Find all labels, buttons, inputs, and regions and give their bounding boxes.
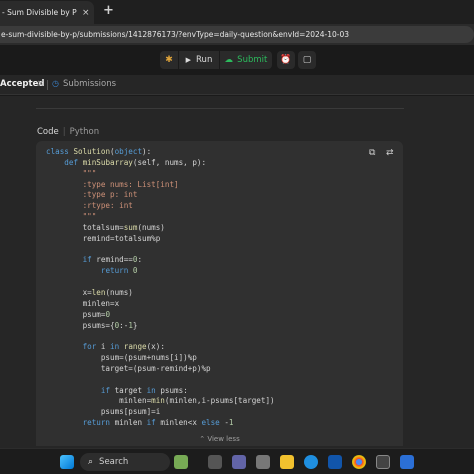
taskbar-search-label: Search xyxy=(99,457,129,467)
task-view-icon[interactable] xyxy=(208,455,222,469)
run-button[interactable]: ▶ Run xyxy=(179,51,219,69)
browser-tab-title: - Sum Divisible by P - Leet xyxy=(2,8,78,17)
wrap-icon[interactable]: ⇄ xyxy=(386,148,394,158)
code-line: x=len(nums) xyxy=(46,287,133,297)
file-explorer-icon[interactable] xyxy=(280,455,294,469)
result-panel-tabs: Accepted × ◷ Submissions xyxy=(0,75,474,95)
code-line: """ xyxy=(46,168,97,178)
timer-button[interactable]: ⏰ xyxy=(277,51,295,69)
code-line: :type p: int xyxy=(46,190,138,200)
code-line: minlen=min(minlen,i-psums[target]) xyxy=(46,396,275,406)
editor-toolbar: ✱ ▶ Run ☁ Submit ⏰ ▢ xyxy=(0,45,474,75)
code-line: def minSubarray(self, nums, p): xyxy=(64,157,207,167)
code-line: psum=(psum+nums[i])%p xyxy=(46,353,197,363)
app-icon[interactable] xyxy=(256,455,270,469)
copy-icon[interactable]: ⧉ xyxy=(369,148,375,158)
code-block: ⧉ ⇄ class Solution(object): def minSubar… xyxy=(36,141,403,446)
submission-content: Code | Python ⧉ ⇄ class Solution(object): … xyxy=(0,96,474,448)
divider xyxy=(36,108,404,109)
code-line: minlen=x xyxy=(46,298,120,308)
view-less-label: View less xyxy=(207,435,240,443)
search-icon: ⌕ xyxy=(88,457,94,467)
teams-icon[interactable] xyxy=(232,455,246,469)
code-line: totalsum=sum(nums) xyxy=(46,222,165,232)
taskbar-search[interactable]: ⌕ Search xyxy=(80,453,170,471)
browser-tab[interactable]: - Sum Divisible by P - Leet × xyxy=(0,1,94,24)
language-label: Python xyxy=(69,127,100,137)
code-lines: class Solution(object): def minSubarray(… xyxy=(46,147,275,429)
taskbar: ⌕ Search xyxy=(0,448,474,474)
code-line: if remind==0: xyxy=(82,255,143,265)
code-line: psums={0:-1} xyxy=(46,320,138,330)
play-icon: ▶ xyxy=(185,56,192,64)
code-line: if target in psums: xyxy=(100,385,188,395)
chrome-active-icon[interactable] xyxy=(376,455,390,469)
chrome-icon[interactable] xyxy=(352,455,366,469)
debug-button[interactable]: ✱ xyxy=(160,51,178,69)
windows-start-icon[interactable] xyxy=(60,455,74,469)
note-icon: ▢ xyxy=(302,55,312,65)
browser-tab-strip: - Sum Divisible by P - Leet × + xyxy=(0,0,474,24)
code-line: for i in range(x): xyxy=(82,342,165,352)
cloud-upload-icon: ☁ xyxy=(224,55,234,65)
tab-submissions[interactable]: Submissions xyxy=(63,79,116,89)
alarm-icon: ⏰ xyxy=(280,55,292,65)
code-line: psum=0 xyxy=(46,309,111,319)
code-line: :type nums: List[int] xyxy=(46,179,179,189)
close-icon[interactable]: × xyxy=(37,79,44,89)
code-line: return 0 xyxy=(100,266,138,276)
history-icon: ◷ xyxy=(52,79,59,88)
code-line: return minlen if minlen<x else -1 xyxy=(82,418,234,428)
code-label: Code xyxy=(37,127,59,137)
code-line: :rtype: int xyxy=(46,201,133,211)
code-line: remind=totalsum%p xyxy=(46,233,161,243)
edge-icon[interactable] xyxy=(304,455,318,469)
view-less-button[interactable]: ⌃ View less xyxy=(36,431,403,446)
new-tab-button[interactable]: + xyxy=(103,3,114,18)
store-icon[interactable] xyxy=(328,455,342,469)
run-label: Run xyxy=(196,55,213,65)
note-button[interactable]: ▢ xyxy=(298,51,316,69)
code-header: Code | Python xyxy=(37,127,99,137)
tab-divider xyxy=(47,80,48,90)
code-line: target=(psum-remind+p)%p xyxy=(46,363,211,373)
address-bar-row: e-sum-divisible-by-p/submissions/1412876… xyxy=(0,24,474,45)
app-badge-icon[interactable] xyxy=(400,455,414,469)
screen: - Sum Divisible by P - Leet × + e-sum-di… xyxy=(0,0,474,474)
code-line: """ xyxy=(46,212,97,222)
widgets-icon[interactable] xyxy=(174,455,188,469)
submit-button[interactable]: ☁ Submit xyxy=(220,51,272,69)
code-line: psums[psum]=i xyxy=(46,407,161,417)
tab-close-icon[interactable]: × xyxy=(82,8,90,18)
code-line: class Solution(object): xyxy=(46,147,152,156)
address-bar[interactable]: e-sum-divisible-by-p/submissions/1412876… xyxy=(0,26,474,43)
bug-icon: ✱ xyxy=(165,55,173,65)
code-header-separator: | xyxy=(62,127,66,137)
submit-label: Submit xyxy=(237,55,268,65)
